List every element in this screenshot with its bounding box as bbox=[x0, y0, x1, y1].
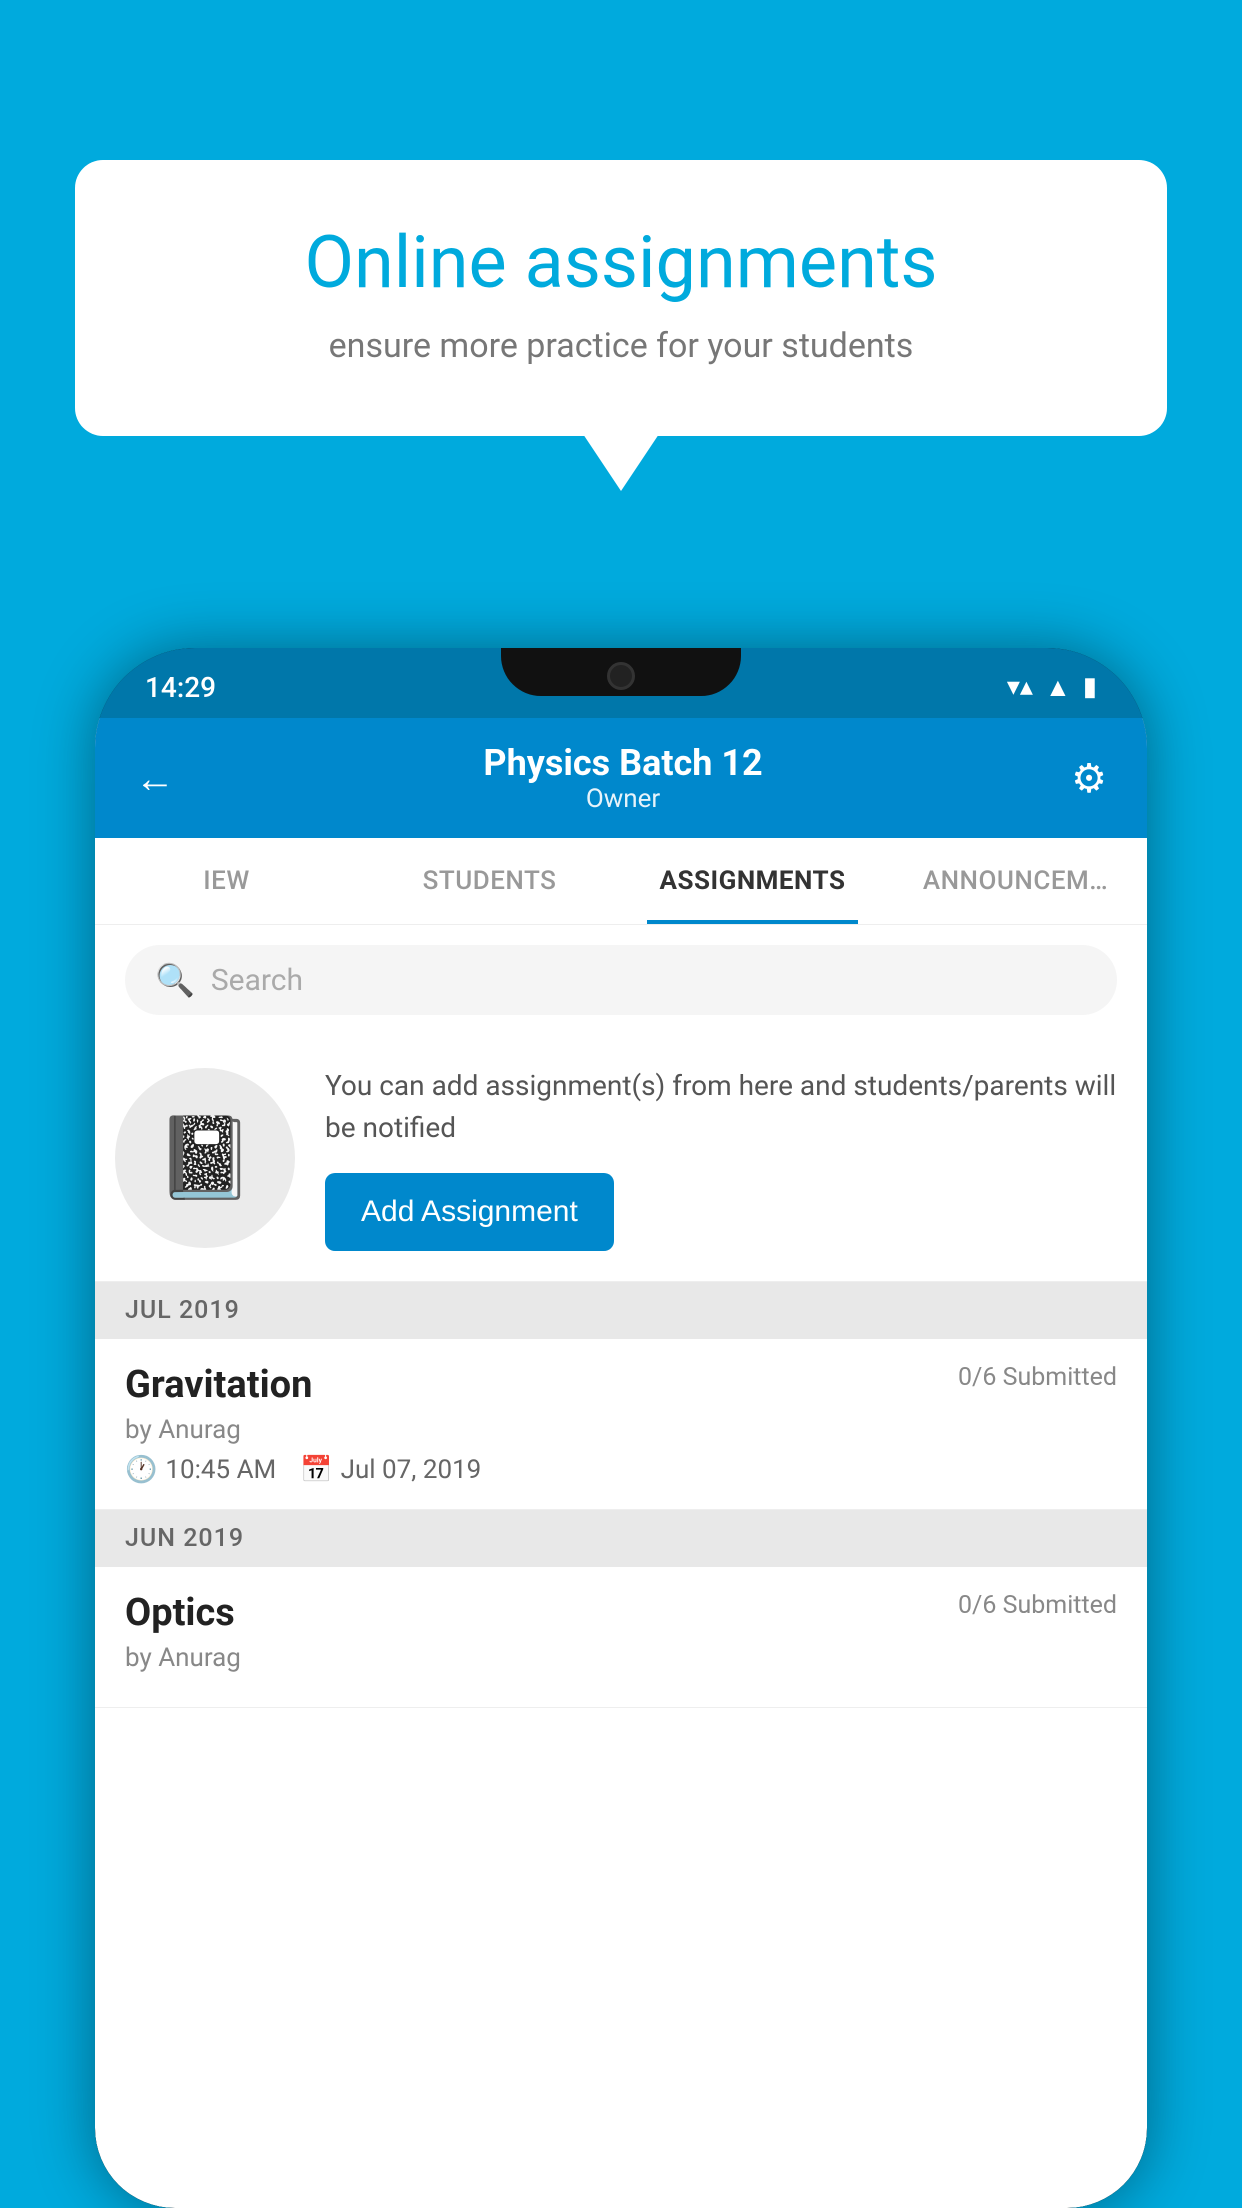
empty-state: 📓 You can add assignment(s) from here an… bbox=[95, 1035, 1147, 1282]
assignment-item-optics[interactable]: Optics 0/6 Submitted by Anurag bbox=[95, 1567, 1147, 1708]
add-assignment-button[interactable]: Add Assignment bbox=[325, 1173, 614, 1251]
optics-name: Optics bbox=[125, 1591, 235, 1635]
assignment-meta: 🕐 10:45 AM 📅 Jul 07, 2019 bbox=[125, 1455, 1117, 1485]
notebook-icon: 📓 bbox=[155, 1111, 255, 1205]
tab-students[interactable]: STUDENTS bbox=[358, 838, 621, 924]
optics-header: Optics 0/6 Submitted bbox=[125, 1591, 1117, 1635]
search-icon: 🔍 bbox=[155, 961, 195, 999]
tabs-bar: IEW STUDENTS ASSIGNMENTS ANNOUNCEM… bbox=[95, 838, 1147, 925]
assignment-date: 📅 Jul 07, 2019 bbox=[300, 1455, 481, 1485]
speech-bubble-title: Online assignments bbox=[145, 220, 1097, 306]
empty-state-content: You can add assignment(s) from here and … bbox=[325, 1065, 1117, 1251]
assignment-submitted: 0/6 Submitted bbox=[958, 1363, 1117, 1392]
header-title-section: Physics Batch 12 Owner bbox=[483, 742, 762, 814]
tab-assignments[interactable]: ASSIGNMENTS bbox=[621, 838, 884, 924]
search-container: 🔍 Search bbox=[95, 925, 1147, 1035]
signal-icon: ▲ bbox=[1045, 672, 1071, 703]
batch-owner-label: Owner bbox=[483, 784, 762, 814]
battery-icon: ▮ bbox=[1083, 672, 1097, 702]
assignment-author: by Anurag bbox=[125, 1415, 1117, 1445]
assignment-header: Gravitation 0/6 Submitted bbox=[125, 1363, 1117, 1407]
app-screen: ← Physics Batch 12 Owner ⚙ IEW STUDENTS … bbox=[95, 718, 1147, 2208]
wifi-icon: ▾▴ bbox=[1007, 672, 1033, 702]
tab-iew[interactable]: IEW bbox=[95, 838, 358, 924]
back-button[interactable]: ← bbox=[135, 755, 175, 802]
clock-icon: 🕐 bbox=[125, 1455, 157, 1485]
tab-announcements[interactable]: ANNOUNCEM… bbox=[884, 838, 1147, 924]
assignment-name: Gravitation bbox=[125, 1363, 312, 1407]
status-icons: ▾▴ ▲ ▮ bbox=[1007, 664, 1097, 703]
calendar-icon: 📅 bbox=[300, 1455, 332, 1485]
assignment-icon-circle: 📓 bbox=[115, 1068, 295, 1248]
assignment-time: 🕐 10:45 AM bbox=[125, 1455, 276, 1485]
empty-state-description: You can add assignment(s) from here and … bbox=[325, 1065, 1117, 1149]
settings-icon[interactable]: ⚙ bbox=[1071, 755, 1107, 802]
optics-submitted: 0/6 Submitted bbox=[958, 1591, 1117, 1620]
assignment-item-gravitation[interactable]: Gravitation 0/6 Submitted by Anurag 🕐 10… bbox=[95, 1339, 1147, 1510]
phone-notch bbox=[501, 648, 741, 696]
status-time: 14:29 bbox=[145, 663, 216, 704]
batch-title: Physics Batch 12 bbox=[483, 742, 762, 784]
phone-frame: 14:29 ▾▴ ▲ ▮ ← Physics Batch 12 Owner ⚙ … bbox=[95, 648, 1147, 2208]
month-section-jun: JUN 2019 bbox=[95, 1510, 1147, 1567]
search-bar[interactable]: 🔍 Search bbox=[125, 945, 1117, 1015]
speech-bubble-subtitle: ensure more practice for your students bbox=[145, 326, 1097, 366]
search-placeholder: Search bbox=[211, 963, 303, 998]
phone-camera bbox=[607, 662, 635, 690]
optics-author: by Anurag bbox=[125, 1643, 1117, 1673]
app-header: ← Physics Batch 12 Owner ⚙ bbox=[95, 718, 1147, 838]
speech-bubble-card: Online assignments ensure more practice … bbox=[75, 160, 1167, 436]
month-section-jul: JUL 2019 bbox=[95, 1282, 1147, 1339]
